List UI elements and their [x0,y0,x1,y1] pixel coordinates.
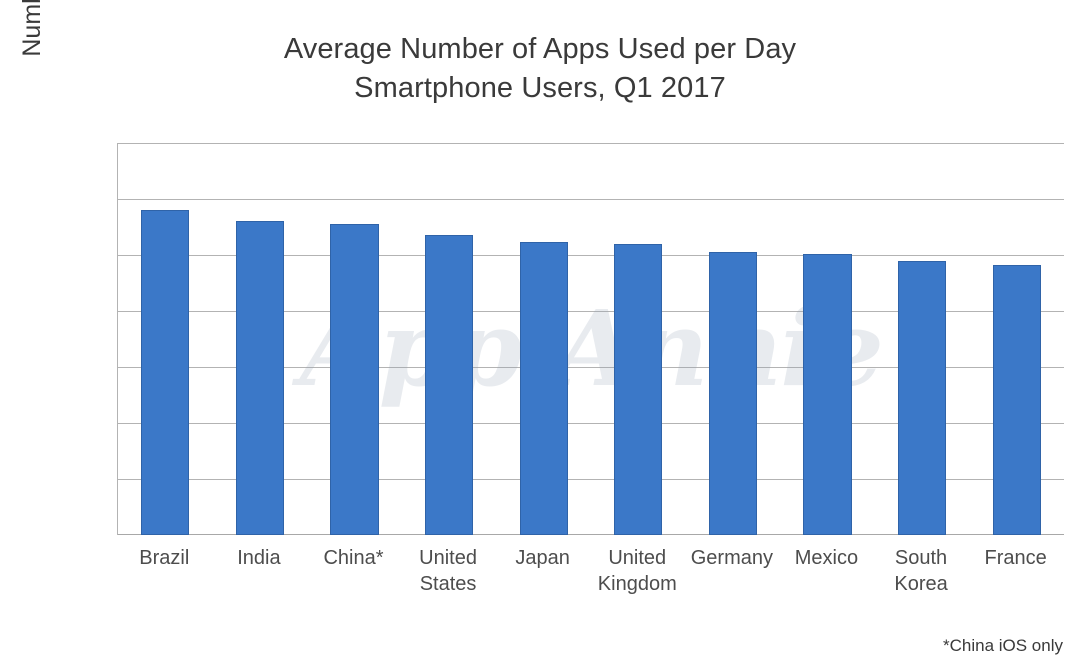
x-axis-category-label: China* [306,545,401,597]
chart-container: Average Number of Apps Used per Day Smar… [0,0,1080,672]
bar-slot [875,143,970,535]
x-axis-category-label: Brazil [117,545,212,597]
x-axis-category-label: South Korea [874,545,969,597]
bar[interactable] [803,253,852,535]
x-axis-category-label: India [212,545,307,597]
x-axis-category-label-line: India [237,547,281,569]
x-axis-category-label-line: China* [323,547,384,569]
x-axis-category-label: United States [401,545,496,597]
footnote: *China iOS only [942,636,1063,655]
x-axis-category-label-line: States [419,573,477,595]
x-axis-category-labels: Brazil India China* United States Japan United… [117,545,1063,597]
x-axis-category-label-line: Kingdom [597,573,677,595]
bar-slot [686,143,781,535]
x-axis-category-label: Mexico [779,545,874,597]
bar-slot [213,143,308,535]
bar-slot [780,143,875,535]
chart-title-line-1: Average Number of Apps Used per Day [283,33,797,65]
x-axis-category-label-line: Germany [690,547,773,569]
bar-slot [496,143,591,535]
bar-series [118,143,1064,535]
bar[interactable] [141,210,190,535]
bar[interactable] [330,224,379,535]
x-axis-category-label-line: Japan [515,547,570,569]
bar-slot [307,143,402,535]
bar-slot [969,143,1064,535]
x-axis-category-label: Japan [495,545,590,597]
x-axis-category-label-line: United [419,547,477,569]
bar[interactable] [708,252,757,535]
bar[interactable] [992,264,1041,535]
x-axis-category-label-line: South [894,547,948,569]
bar[interactable] [424,235,474,535]
bar-slot [118,143,213,535]
x-axis-category-label-line: United [608,547,667,569]
chart-title-line-2: Smartphone Users, Q1 2017 [354,72,726,104]
x-axis-category-label-line: Brazil [139,547,190,569]
y-axis-title: Number of Apps [10,0,54,172]
x-axis-category-label-line: France [984,547,1047,569]
bar[interactable] [614,243,663,535]
x-axis-category-label: France [968,545,1063,597]
x-axis-category-label-line: Mexico [794,547,859,569]
x-axis-category-label: United Kingdom [590,545,685,597]
chart-title: Average Number of Apps Used per Day Smar… [0,30,1080,108]
x-axis-category-label-line: Korea [894,573,948,595]
x-axis-category-label: Germany [685,545,780,597]
plot-area: App Annie [117,143,1064,535]
bar[interactable] [235,221,284,535]
bar[interactable] [897,260,947,535]
bar[interactable] [519,242,568,535]
bar-slot [402,143,497,535]
bar-slot [591,143,686,535]
